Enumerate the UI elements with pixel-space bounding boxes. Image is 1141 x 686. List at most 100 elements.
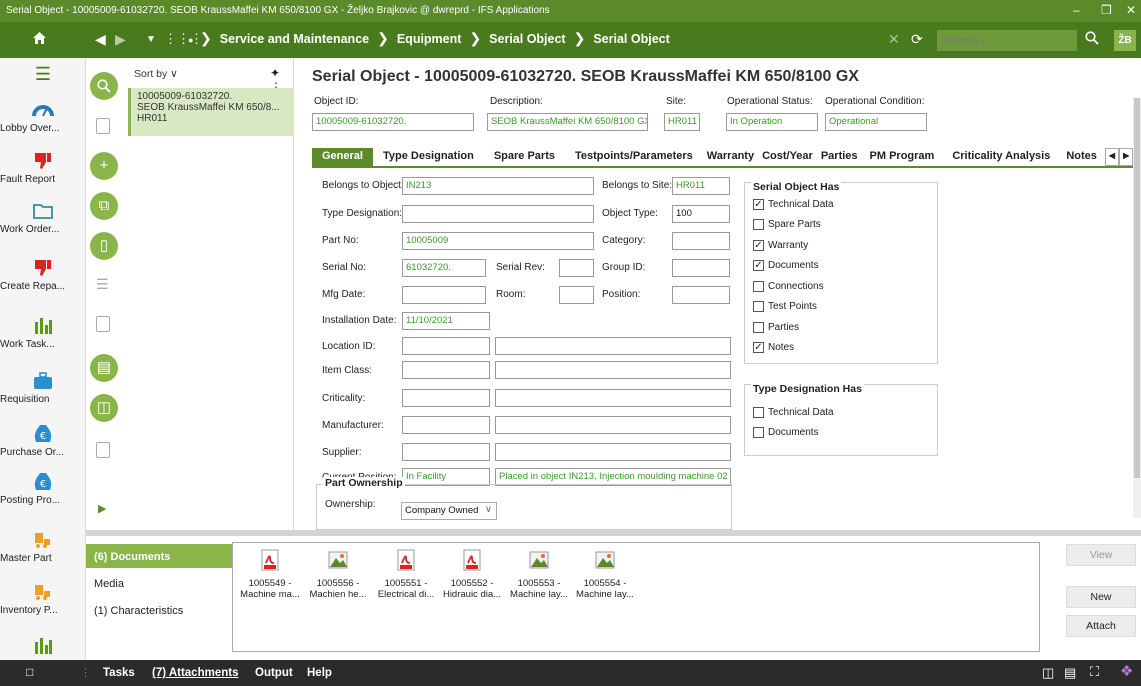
duplicate-icon[interactable]: ⧉ bbox=[90, 192, 118, 220]
part-no-field[interactable]: 10005009 bbox=[402, 232, 594, 250]
new-button[interactable]: New bbox=[1066, 586, 1136, 608]
attach-button[interactable]: Attach bbox=[1066, 615, 1136, 637]
minimize-icon[interactable]: – bbox=[1073, 3, 1080, 17]
checkbox-warranty[interactable]: ✓ Warranty bbox=[753, 240, 808, 251]
dropdown-icon[interactable]: ▼ bbox=[146, 34, 156, 45]
avatar[interactable]: ŽB bbox=[1114, 30, 1136, 51]
panel-splitter[interactable] bbox=[86, 530, 1141, 536]
criticality-field[interactable] bbox=[402, 389, 490, 407]
checkbox-td-technical-data[interactable]: Technical Data bbox=[753, 407, 834, 418]
home-icon[interactable] bbox=[32, 31, 47, 48]
tab-parties[interactable]: Parties bbox=[817, 148, 862, 166]
breadcrumb-service-and-maintenance[interactable]: Service and Maintenance bbox=[220, 32, 369, 46]
checkbox-technical-data[interactable]: ✓ Technical Data bbox=[753, 199, 834, 210]
list-icon[interactable]: ☰ bbox=[96, 276, 109, 293]
breadcrumb-serial-object-1[interactable]: Serial Object bbox=[489, 32, 565, 46]
tab-type-designation[interactable]: Type Designation bbox=[373, 148, 484, 166]
document-item[interactable]: 1005551 - Electrical di... bbox=[371, 549, 441, 600]
report-icon[interactable] bbox=[96, 442, 110, 458]
sidebar-item-fault-report[interactable]: Fault Report bbox=[0, 151, 86, 185]
list-view-icon[interactable]: ▤ bbox=[1064, 665, 1076, 681]
sidebar-item-work-order[interactable]: Work Order... bbox=[0, 201, 86, 235]
sidebar-item-lobby[interactable]: Lobby Over... bbox=[0, 100, 86, 134]
object-type-field[interactable]: 100 bbox=[672, 205, 730, 223]
tab-spare-parts[interactable]: Spare Parts bbox=[484, 148, 565, 166]
search-icon[interactable] bbox=[90, 72, 118, 100]
attachment-nav-characteristics[interactable]: (1) Characteristics bbox=[86, 598, 232, 622]
forward-icon[interactable]: ▶ bbox=[115, 31, 126, 48]
view-button[interactable]: View bbox=[1066, 544, 1136, 566]
add-icon[interactable]: + bbox=[90, 152, 118, 180]
tab-scroll-left-icon[interactable]: ◀ bbox=[1104, 148, 1120, 166]
form-scrollbar[interactable] bbox=[1133, 98, 1141, 518]
sidebar-item-requisition[interactable]: Requisition bbox=[0, 371, 86, 405]
position-field[interactable] bbox=[672, 286, 730, 304]
checkbox-test-points[interactable]: Test Points bbox=[753, 301, 817, 312]
tab-warranty[interactable]: Warranty bbox=[703, 148, 758, 166]
restore-icon[interactable]: ❐ bbox=[1101, 3, 1112, 17]
document-item[interactable]: 1005553 - Machine lay... bbox=[504, 549, 574, 600]
document-item[interactable]: 1005549 - Machine ma... bbox=[235, 549, 305, 600]
checkbox-td-documents[interactable]: Documents bbox=[753, 427, 819, 438]
sidebar-item-work-task[interactable]: Work Task... bbox=[0, 316, 86, 350]
checkbox-notes[interactable]: ✓ Notes bbox=[753, 342, 794, 353]
back-icon[interactable]: ◀ bbox=[95, 31, 106, 48]
installation-date-field[interactable]: 11/10/2021 bbox=[402, 312, 490, 330]
belongs-to-site-field[interactable]: HR011 bbox=[672, 177, 730, 195]
document-item[interactable]: 1005554 - Machine lay... bbox=[570, 549, 640, 600]
checkbox-spare-parts[interactable]: Spare Parts bbox=[753, 219, 821, 230]
object-id-field[interactable]: 10005009-61032720. bbox=[312, 113, 474, 131]
type-designation-field[interactable] bbox=[402, 205, 594, 223]
scrollbar-thumb[interactable] bbox=[1134, 98, 1140, 478]
search-input[interactable] bbox=[937, 30, 1077, 51]
attachment-nav-media[interactable]: Media bbox=[86, 571, 232, 595]
checkbox-connections[interactable]: Connections bbox=[753, 281, 824, 292]
sidebar-item-create-repair[interactable]: Create Repa... bbox=[0, 258, 86, 292]
tab-general[interactable]: General bbox=[312, 148, 373, 166]
list-item[interactable]: 10005009-61032720. SEOB KraussMaffei KM … bbox=[128, 88, 294, 136]
tasks-link[interactable]: Tasks bbox=[103, 667, 135, 679]
ownership-select[interactable]: Company Owned ∨ bbox=[401, 502, 497, 520]
split-view-icon[interactable]: ◫ bbox=[1042, 665, 1054, 681]
sidebar-item-inventory-part[interactable]: Inventory P... bbox=[0, 582, 86, 616]
tab-pm-program[interactable]: PM Program bbox=[862, 148, 943, 166]
document-item[interactable]: 1005552 - Hidrauic dia... bbox=[437, 549, 507, 600]
menu-icon[interactable]: ☰ bbox=[0, 64, 86, 85]
attachments-link[interactable]: (7) Attachments bbox=[152, 667, 238, 679]
location-id-field[interactable] bbox=[402, 337, 490, 355]
details-icon[interactable] bbox=[96, 118, 110, 134]
operational-status-field[interactable]: In Operation bbox=[726, 113, 818, 131]
sidebar-item-master-part[interactable]: Master Part bbox=[0, 530, 86, 564]
breadcrumb-serial-object-2[interactable]: Serial Object bbox=[593, 32, 669, 46]
clear-icon[interactable]: ✕ bbox=[888, 31, 900, 48]
delete-icon[interactable]: ▯ bbox=[90, 232, 118, 260]
search-icon[interactable] bbox=[1085, 31, 1099, 48]
description-field[interactable]: SEOB KraussMaffei KM 650/8100 GX bbox=[487, 113, 648, 131]
sidebar-item-posting-proposal[interactable]: € Posting Pro... bbox=[0, 472, 86, 506]
sidebar-item-purchase-order[interactable]: € Purchase Or... bbox=[0, 424, 86, 458]
mfg-date-field[interactable] bbox=[402, 286, 486, 304]
category-field[interactable] bbox=[672, 232, 730, 250]
checkbox-documents[interactable]: ✓ Documents bbox=[753, 260, 819, 271]
app-grid-icon[interactable]: ⋮⋮⋮ bbox=[164, 31, 203, 47]
chat-icon[interactable]: □ bbox=[26, 665, 33, 679]
serial-rev-field[interactable] bbox=[559, 259, 594, 277]
sort-by-dropdown[interactable]: Sort by ∨ bbox=[134, 68, 178, 80]
breadcrumb-equipment[interactable]: Equipment bbox=[397, 32, 462, 46]
sidebar-item-more[interactable] bbox=[0, 636, 86, 659]
manufacturer-field[interactable] bbox=[402, 416, 490, 434]
notes-icon[interactable]: ▤ bbox=[90, 354, 118, 382]
tab-testpoints-parameters[interactable]: Testpoints/Parameters bbox=[565, 148, 703, 166]
refresh-icon[interactable]: ⟳ bbox=[911, 31, 923, 48]
chart-icon[interactable]: ◫ bbox=[90, 394, 118, 422]
document-item[interactable]: 1005556 - Machien he... bbox=[303, 549, 373, 600]
expand-icon[interactable] bbox=[96, 316, 110, 332]
tab-cost-year[interactable]: Cost/Year bbox=[758, 148, 817, 166]
expand-panel-icon[interactable]: ▶ bbox=[98, 502, 106, 515]
item-class-field[interactable] bbox=[402, 361, 490, 379]
checkbox-parties[interactable]: Parties bbox=[753, 322, 799, 333]
close-icon[interactable]: ✕ bbox=[1126, 3, 1136, 17]
tab-criticality-analysis[interactable]: Criticality Analysis bbox=[942, 148, 1060, 166]
site-field[interactable]: HR011 bbox=[664, 113, 700, 131]
room-field[interactable] bbox=[559, 286, 594, 304]
